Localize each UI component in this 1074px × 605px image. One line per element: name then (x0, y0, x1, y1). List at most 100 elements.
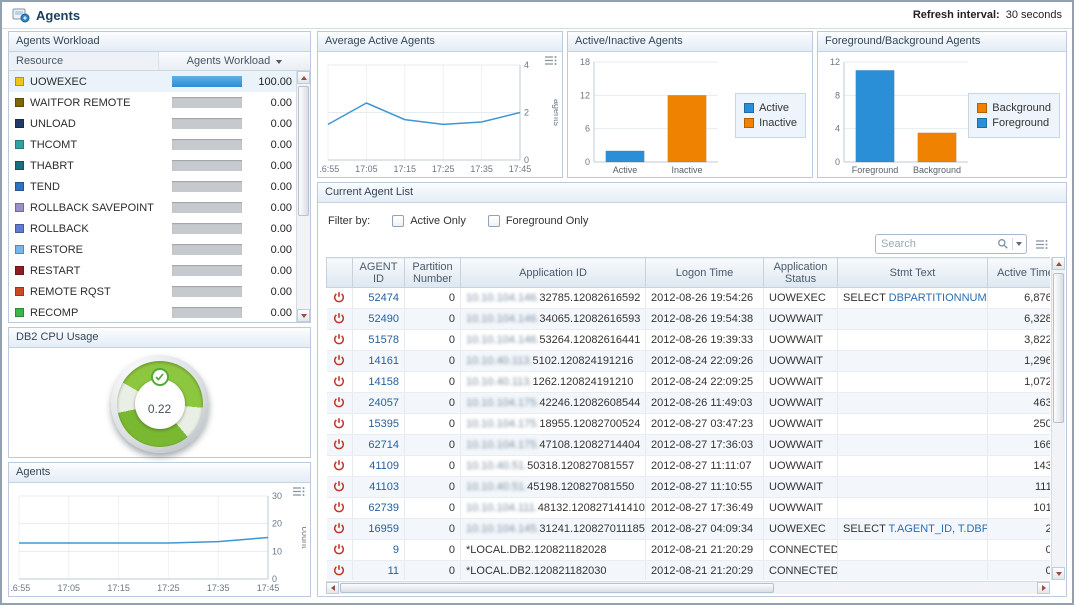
workload-row[interactable]: THCOMT 0.00 (9, 134, 296, 155)
agent-table-row[interactable]: 52474 0 10.10.104.146.32785.12082616592 … (327, 288, 1051, 309)
legend-swatch (744, 103, 754, 113)
power-icon[interactable] (333, 399, 345, 411)
power-icon[interactable] (333, 483, 345, 495)
application-status-cell: UOWWAIT (764, 435, 838, 456)
active-only-checkbox[interactable] (392, 215, 404, 227)
scrollbar-thumb[interactable] (340, 583, 774, 593)
svg-text:16:55: 16:55 (11, 583, 30, 593)
redacted-host: 10.10.104.111. (466, 502, 538, 514)
scroll-left-button[interactable] (326, 582, 339, 594)
power-icon[interactable] (333, 462, 345, 474)
column-header-agents-workload[interactable]: Agents Workload (159, 52, 310, 70)
column-header-active-time[interactable]: Active Time (988, 258, 1051, 288)
agent-table-row[interactable]: 62714 0 10.10.104.175.47108.12082714404 … (327, 435, 1051, 456)
agent-id-link[interactable]: 41103 (369, 481, 399, 493)
agent-id-link[interactable]: 11 (388, 565, 399, 577)
svg-text:Background: Background (913, 165, 961, 175)
scroll-down-button[interactable] (1052, 567, 1065, 580)
svg-text:20: 20 (272, 519, 282, 529)
power-icon[interactable] (333, 546, 345, 558)
power-icon[interactable] (333, 315, 345, 327)
agent-id-link[interactable]: 62739 (368, 502, 399, 514)
workload-scrollbar[interactable] (296, 71, 310, 322)
agent-id-link[interactable]: 41109 (369, 460, 399, 472)
table-menu-icon[interactable] (1035, 239, 1048, 250)
workload-row[interactable]: UOWEXEC 100.00 (9, 71, 296, 92)
column-header-application-status[interactable]: Application Status (764, 258, 838, 288)
agent-id-cell: 52490 (353, 309, 405, 330)
power-icon[interactable] (333, 504, 345, 516)
power-icon[interactable] (333, 336, 345, 348)
agent-table-horizontal-scrollbar[interactable] (326, 581, 1050, 594)
workload-row[interactable]: TEND 0.00 (9, 176, 296, 197)
foreground-only-checkbox[interactable] (488, 215, 500, 227)
agent-table-row[interactable]: 14158 0 10.10.40.113.1262.120824191210 2… (327, 372, 1051, 393)
power-icon[interactable] (333, 294, 345, 306)
search-icon[interactable] (997, 238, 1009, 250)
search-input[interactable] (876, 238, 997, 250)
workload-row[interactable]: RESTORE 0.00 (9, 239, 296, 260)
agent-table-row[interactable]: 14161 0 10.10.40.113.5102.120824191216 2… (327, 351, 1051, 372)
agent-table-vertical-scrollbar[interactable] (1051, 257, 1065, 580)
workload-row[interactable]: UNLOAD 0.00 (9, 113, 296, 134)
workload-row[interactable]: THABRT 0.00 (9, 155, 296, 176)
workload-row[interactable]: RECOMP 0.00 (9, 302, 296, 322)
agent-id-link[interactable]: 62714 (368, 439, 399, 451)
agent-table-row[interactable]: 24057 0 10.10.104.175.42246.12082608544 … (327, 393, 1051, 414)
agent-table-row[interactable]: 9 0 *LOCAL.DB2.120821182028 2012-08-21 2… (327, 540, 1051, 561)
agent-table-row[interactable]: 16959 0 10.10.104.145.31241.120827011185… (327, 519, 1051, 540)
workload-bar (172, 244, 242, 255)
foreground-only-label[interactable]: Foreground Only (506, 215, 589, 227)
agent-id-link[interactable]: 15395 (368, 418, 399, 430)
agent-table-row[interactable]: 41109 0 10.10.40.51.50318.120827081557 2… (327, 456, 1051, 477)
power-icon[interactable] (333, 567, 345, 579)
column-header-stmt-text[interactable]: Stmt Text (838, 258, 988, 288)
agent-id-link[interactable]: 14161 (368, 355, 399, 367)
agent-table-row[interactable]: 62739 0 10.10.104.111.48132.120827141410… (327, 498, 1051, 519)
scrollbar-thumb[interactable] (298, 86, 309, 216)
workload-row[interactable]: RESTART 0.00 (9, 260, 296, 281)
agent-table-row[interactable]: 11 0 *LOCAL.DB2.120821182030 2012-08-21 … (327, 561, 1051, 581)
column-header-logon-time[interactable]: Logon Time (646, 258, 764, 288)
power-icon[interactable] (333, 525, 345, 537)
workload-row[interactable]: ROLLBACK 0.00 (9, 218, 296, 239)
average-active-agents-chart: 16:5517:0517:1517:2517:3517:45024agents (320, 55, 558, 175)
scroll-right-button[interactable] (1037, 582, 1050, 594)
agent-table-row[interactable]: 15395 0 10.10.104.175.18955.12082700524 … (327, 414, 1051, 435)
page-title: Agents (36, 8, 80, 23)
column-header-application-id[interactable]: Application ID (461, 258, 646, 288)
agent-id-link[interactable]: 9 (393, 544, 399, 556)
agent-id-link[interactable]: 52490 (368, 313, 399, 325)
workload-row[interactable]: REMOTE RQST 0.00 (9, 281, 296, 302)
stmt-text-cell (838, 309, 988, 330)
search-options-chevron-icon[interactable] (1016, 242, 1022, 246)
scrollbar-thumb[interactable] (1053, 273, 1064, 423)
workload-row[interactable]: ROLLBACK SAVEPOINT 0.00 (9, 197, 296, 218)
chart-menu-icon[interactable] (292, 486, 305, 497)
active-time-cell: 143.00 (988, 456, 1051, 477)
power-icon[interactable] (333, 357, 345, 369)
column-header-partition-number[interactable]: Partition Number (405, 258, 461, 288)
agent-table-row[interactable]: 41103 0 10.10.40.51.45198.120827081550 2… (327, 477, 1051, 498)
agent-id-link[interactable]: 24057 (368, 397, 399, 409)
application-status-cell: CONNECTED (764, 540, 838, 561)
column-header-agent-id[interactable]: AGENT ID (353, 258, 405, 288)
agent-table-row[interactable]: 52490 0 10.10.104.146.34065.12082616593 … (327, 309, 1051, 330)
agent-id-link[interactable]: 51578 (368, 334, 399, 346)
agent-table-row[interactable]: 51578 0 10.10.104.146.53264.12082616441 … (327, 330, 1051, 351)
search-box[interactable] (875, 234, 1027, 254)
scroll-up-button[interactable] (1052, 257, 1065, 270)
scroll-down-button[interactable] (297, 309, 310, 322)
chart-menu-icon[interactable] (544, 55, 557, 66)
power-icon[interactable] (333, 420, 345, 432)
scroll-up-button[interactable] (297, 71, 310, 84)
agent-id-link[interactable]: 52474 (368, 292, 399, 304)
column-header-resource[interactable]: Resource (9, 52, 159, 70)
workload-row[interactable]: WAITFOR REMOTE 0.00 (9, 92, 296, 113)
resource-label: UOWEXEC (30, 76, 168, 88)
power-icon[interactable] (333, 378, 345, 390)
agent-id-link[interactable]: 14158 (368, 376, 399, 388)
power-icon[interactable] (333, 441, 345, 453)
agent-id-link[interactable]: 16959 (368, 523, 399, 535)
active-only-label[interactable]: Active Only (410, 215, 466, 227)
